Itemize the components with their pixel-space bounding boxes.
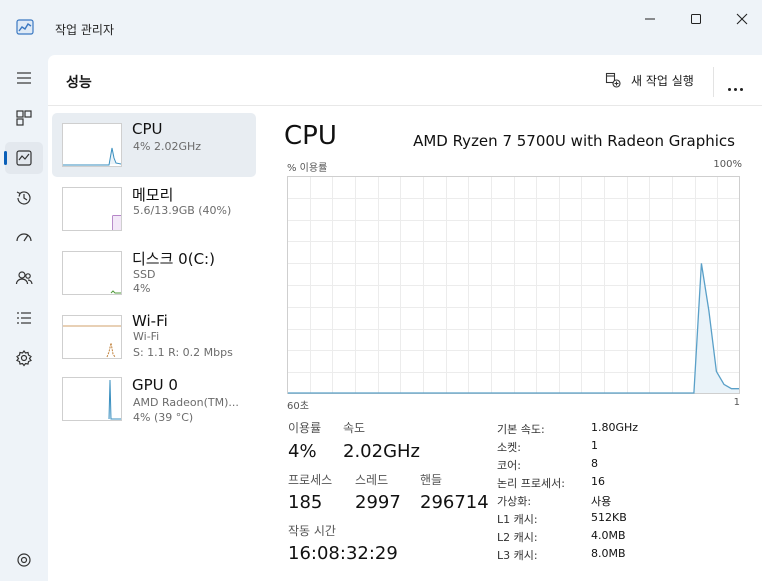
device-item-memory[interactable]: 메모리 5.6/13.9GB (40%): [52, 177, 256, 241]
nav-details[interactable]: [5, 302, 43, 334]
maximize-button[interactable]: [676, 10, 716, 30]
close-button[interactable]: [722, 10, 762, 30]
users-icon: [15, 271, 33, 285]
hamburger-icon: [17, 72, 31, 84]
threads-value: 2997: [355, 492, 401, 513]
processes-icon: [16, 110, 32, 126]
device-name: 디스크 0(C:): [132, 250, 215, 268]
nav-processes[interactable]: [5, 102, 43, 134]
nav-users[interactable]: [5, 262, 43, 294]
threads-label: 스레드: [355, 473, 389, 487]
cpu-heading: CPU: [284, 121, 337, 151]
speed-label: 속도: [343, 421, 366, 435]
uptime-value: 16:08:32:29: [288, 543, 398, 564]
title-bar: 작업 관리자: [0, 0, 762, 56]
main-content: 성능 새 작업 실행 CPU 4% 2.02GHz 메모리 5.6/13.9GB…: [48, 55, 762, 581]
graph-x-start-label: 60초: [287, 401, 309, 412]
nav-menu-button[interactable]: [5, 62, 43, 94]
spec-value: 1: [591, 439, 598, 452]
wifi-thumbnail-graph: [62, 315, 122, 359]
minimize-button[interactable]: [630, 10, 670, 30]
spec-key: L1 캐시:: [497, 513, 538, 526]
page-header: 성능 새 작업 실행: [48, 55, 762, 106]
run-new-task-icon: [605, 72, 621, 88]
spec-key: L3 캐시:: [497, 549, 538, 562]
cpu-model: AMD Ryzen 7 5700U with Radeon Graphics: [413, 132, 735, 150]
task-manager-icon: [16, 19, 34, 35]
nav-startup-apps[interactable]: [5, 222, 43, 254]
device-detail: AMD Radeon(TM)...: [133, 396, 239, 409]
nav-performance[interactable]: [4, 142, 43, 174]
processes-value: 185: [288, 492, 323, 513]
spec-value: 1.80GHz: [591, 421, 639, 434]
performance-icon: [16, 150, 32, 166]
utilization-label: 이용률: [288, 421, 322, 435]
gpu-thumbnail-graph: [62, 377, 122, 421]
spec-key: L2 캐시:: [497, 531, 538, 544]
device-name: CPU: [132, 120, 163, 138]
nav-services[interactable]: [5, 342, 43, 374]
memory-thumbnail-graph: [62, 187, 122, 231]
disk-thumbnail-graph: [62, 251, 122, 295]
device-item-wifi[interactable]: Wi-Fi Wi-Fi S: 1.1 R: 0.2 Mbps: [52, 305, 256, 369]
device-list: CPU 4% 2.02GHz 메모리 5.6/13.9GB (40%) 디스크 …: [52, 113, 256, 433]
spec-key: 논리 프로세서:: [497, 477, 565, 490]
handles-label: 핸들: [420, 473, 443, 487]
graph-x-end-label: 1: [733, 397, 740, 408]
spec-key: 가상화:: [497, 495, 532, 508]
navigation-rail: [0, 56, 48, 581]
device-item-cpu[interactable]: CPU 4% 2.02GHz: [52, 113, 256, 177]
run-new-task-label: 새 작업 실행: [631, 74, 694, 88]
graph-y-label: % 이용률: [287, 163, 328, 174]
device-item-gpu[interactable]: GPU 0 AMD Radeon(TM)... 4% (39 °C): [52, 369, 256, 433]
handles-value: 296714: [420, 492, 489, 513]
device-detail: S: 1.1 R: 0.2 Mbps: [133, 346, 233, 359]
device-detail: 4%: [133, 282, 151, 295]
spec-value: 사용: [591, 495, 612, 508]
page-title: 성능: [66, 75, 92, 91]
processes-label: 프로세스: [288, 473, 333, 487]
app-title: 작업 관리자: [55, 23, 115, 37]
details-icon: [17, 312, 31, 324]
uptime-label: 작동 시간: [288, 524, 336, 538]
maximize-icon: [691, 14, 701, 24]
app-history-icon: [16, 191, 31, 205]
more-options-button[interactable]: [728, 79, 746, 95]
spec-key: 소켓:: [497, 441, 521, 454]
minimize-icon: [645, 18, 655, 20]
nav-app-history[interactable]: [5, 182, 43, 214]
device-item-disk[interactable]: 디스크 0(C:) SSD 4%: [52, 241, 256, 305]
speed-value: 2.02GHz: [343, 441, 421, 462]
cpu-utilization-graph: [287, 176, 740, 394]
header-divider: [713, 67, 714, 97]
services-icon: [16, 350, 32, 367]
close-icon: [736, 13, 748, 25]
device-name: 메모리: [132, 186, 174, 204]
spec-value: 16: [591, 475, 605, 488]
spec-value: 8: [591, 457, 598, 470]
more-icon: [728, 79, 746, 95]
settings-icon: [17, 553, 31, 567]
utilization-value: 4%: [288, 441, 317, 462]
device-detail: 4% (39 °C): [133, 411, 194, 424]
device-detail: 5.6/13.9GB (40%): [133, 204, 232, 217]
spec-key: 코어:: [497, 459, 521, 472]
run-new-task-button[interactable]: 새 작업 실행: [605, 69, 705, 91]
spec-value: 512KB: [591, 511, 627, 524]
spec-value: 4.0MB: [591, 529, 626, 542]
spec-key: 기본 속도:: [497, 423, 545, 436]
device-name: Wi-Fi: [132, 312, 168, 330]
graph-y-max-label: 100%: [713, 159, 742, 170]
device-detail: 4% 2.02GHz: [133, 140, 202, 153]
device-detail: SSD: [133, 268, 156, 281]
device-detail: Wi-Fi: [133, 330, 160, 343]
device-name: GPU 0: [132, 376, 178, 394]
spec-value: 8.0MB: [591, 547, 626, 560]
cpu-thumbnail-graph: [62, 123, 122, 167]
nav-settings[interactable]: [5, 544, 43, 576]
startup-apps-icon: [16, 233, 32, 242]
